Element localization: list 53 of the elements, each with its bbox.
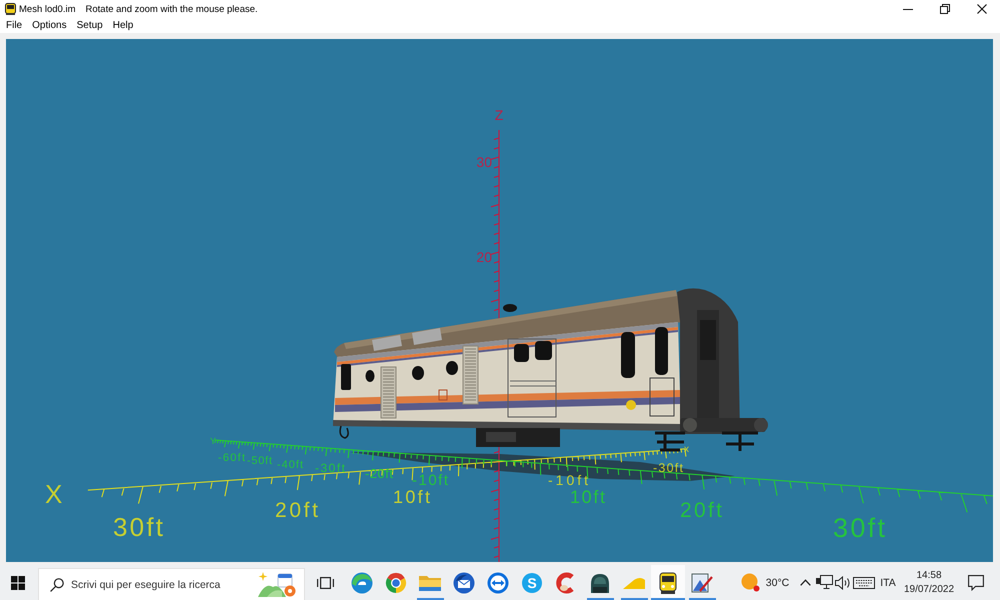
tick-label: -40ft [277, 459, 303, 471]
tick-label: 20ft [680, 499, 722, 522]
clock-button[interactable]: 14:58 19/07/2022 [900, 565, 958, 600]
menu-item[interactable]: Help [108, 18, 138, 33]
tricolor-ring-icon [385, 572, 407, 594]
menu-item[interactable]: Options [27, 18, 72, 33]
taskbar-app-button[interactable] [651, 565, 685, 600]
tick-label: -20ft [365, 466, 393, 481]
monitor-icon [816, 575, 832, 590]
menu-item[interactable]: Setup [72, 18, 108, 33]
axis-label: X [45, 479, 62, 509]
sun-icon [740, 573, 760, 592]
tick-label: -50ft [247, 455, 272, 467]
weather-button[interactable]: 30°C [734, 565, 796, 600]
search-field[interactable]: Scrivi qui per eseguire la ricerca [71, 578, 251, 590]
bus-icon [659, 572, 677, 594]
tick-label: 10ft [570, 487, 605, 507]
tick-label: -60ft [218, 452, 245, 464]
window-title: Mesh lod0.im [19, 4, 76, 14]
tick-label: 20 [476, 249, 492, 265]
tick-label: 20ft [275, 499, 318, 522]
tick-label: -10ft [548, 472, 588, 488]
tick-label: 30ft [113, 512, 163, 542]
swirl-icon [351, 572, 373, 594]
folder-icon [419, 574, 441, 592]
minimize-icon [902, 8, 912, 10]
bus-icon [5, 3, 16, 15]
tick-label: 30 [476, 154, 492, 170]
window-hint: Rotate and zoom with the mouse please. [86, 4, 258, 14]
four-panes-icon [11, 576, 25, 590]
wedge-icon [623, 576, 645, 588]
axis-label: Z [494, 107, 504, 123]
search-icon [50, 578, 64, 592]
landscape-calendar-icon [258, 572, 296, 598]
speaker-icon [835, 576, 851, 590]
tick-label: -30ft [315, 461, 345, 475]
tick-label: -10ft [412, 472, 448, 489]
chevron-up-icon [800, 579, 810, 586]
restore-icon [940, 4, 950, 14]
search-bar[interactable]: Scrivi qui per eseguire la ricerca [38, 568, 305, 600]
envelope-icon [453, 572, 475, 594]
tick-label: -30ft [653, 461, 683, 475]
axis-label: Y [210, 436, 216, 446]
language-button[interactable]: ITA [876, 565, 900, 600]
tick-label: 10ft [393, 487, 430, 507]
dome-icon [589, 572, 611, 594]
close-icon [976, 4, 986, 14]
picture-pen-icon [691, 572, 713, 594]
message-icon [968, 574, 984, 590]
task-view-icon [316, 576, 334, 590]
menu-item[interactable]: File [1, 18, 28, 33]
keyboard-icon [853, 576, 875, 588]
tick-label: 30ft [833, 513, 885, 543]
